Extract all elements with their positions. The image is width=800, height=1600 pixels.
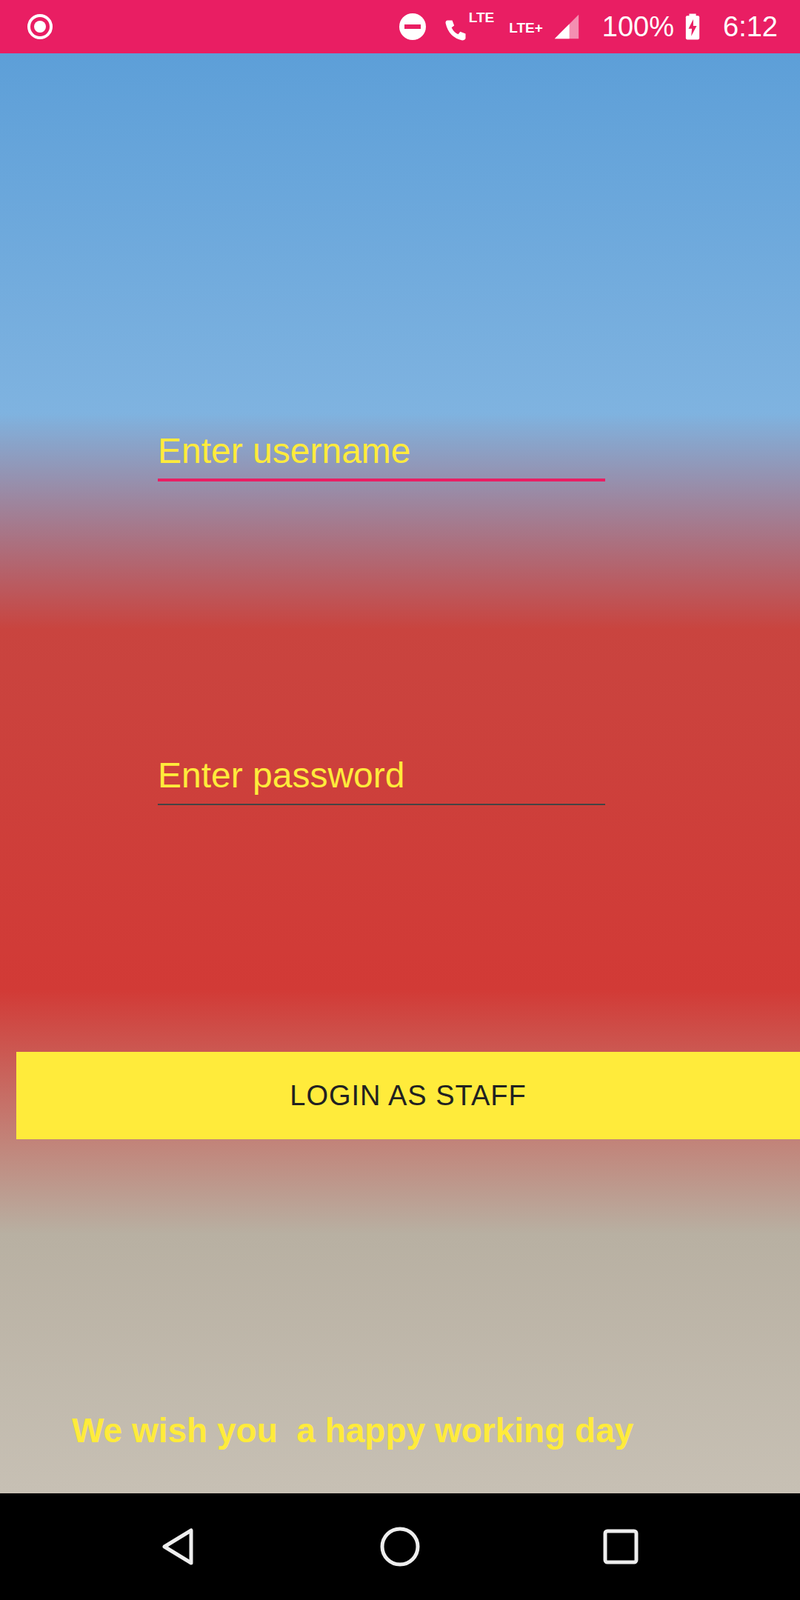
status-indicators: LTE LTE+ 100% 6:12: [397, 10, 781, 43]
clock: 6:12: [722, 12, 778, 41]
network-type-label: LTE+: [508, 20, 543, 35]
back-icon[interactable]: [157, 1524, 202, 1569]
battery-percent: 100%: [602, 12, 675, 41]
greeting-text: We wish you a happy working day: [0, 1410, 800, 1452]
do-not-disturb-icon: [397, 11, 428, 42]
background-photo: LOGIN AS STAFF We wish you a happy worki…: [0, 53, 800, 1494]
call-network: LTE: [442, 10, 495, 43]
phone-icon: [442, 16, 469, 43]
password-input[interactable]: [157, 749, 606, 802]
battery-charging-icon: [684, 12, 701, 41]
login-button[interactable]: LOGIN AS STAFF: [16, 1051, 800, 1140]
login-form: [157, 425, 606, 806]
login-screen: LTE LTE+ 100% 6:12 LOGIN AS STAFF We wis…: [0, 0, 800, 1600]
navigation-bar: [0, 1493, 800, 1600]
recents-icon[interactable]: [598, 1524, 643, 1569]
status-bar: LTE LTE+ 100% 6:12: [0, 0, 800, 54]
username-field: [157, 425, 606, 482]
home-icon[interactable]: [377, 1524, 423, 1569]
password-field: [157, 749, 606, 806]
username-input[interactable]: [157, 425, 606, 478]
network-type-label: LTE: [468, 10, 495, 25]
record-icon: [25, 11, 55, 42]
signal-icon: [553, 13, 580, 40]
